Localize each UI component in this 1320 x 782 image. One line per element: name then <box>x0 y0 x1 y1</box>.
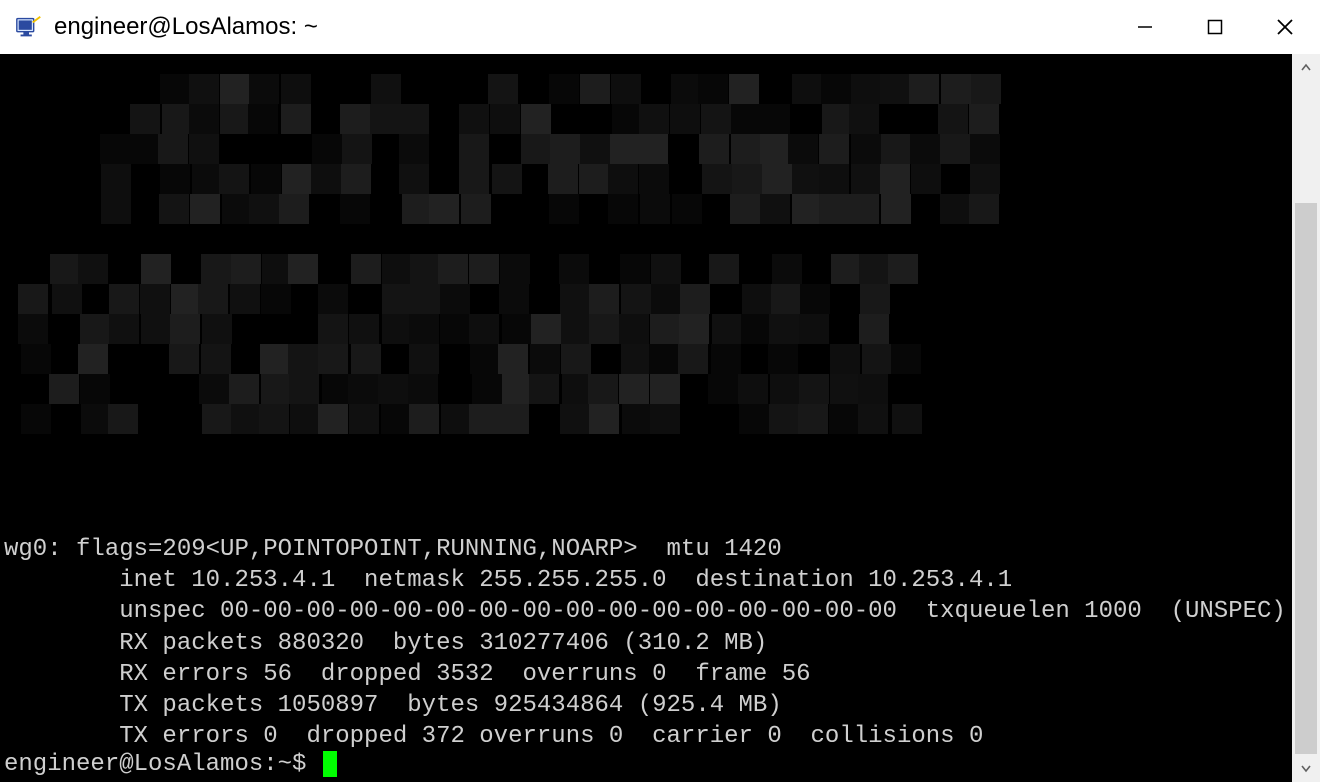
prompt-line[interactable]: engineer@LosAlamos:~$ <box>4 749 337 780</box>
maximize-button[interactable] <box>1180 0 1250 54</box>
shell-prompt: engineer@LosAlamos:~$ <box>4 749 321 780</box>
ifconfig-output: wg0: flags=209<UP,POINTOPOINT,RUNNING,NO… <box>4 534 1286 752</box>
titlebar-left: engineer@LosAlamos: ~ <box>14 12 318 42</box>
terminal[interactable]: wg0: flags=209<UP,POINTOPOINT,RUNNING,NO… <box>0 54 1292 782</box>
putty-window: engineer@LosAlamos: ~ wg0: flags=209<UP,… <box>0 0 1320 782</box>
putty-app-icon <box>14 12 44 42</box>
scroll-down-arrow-icon[interactable] <box>1292 754 1320 782</box>
window-controls <box>1110 0 1320 54</box>
scroll-up-arrow-icon[interactable] <box>1292 54 1320 82</box>
window-title: engineer@LosAlamos: ~ <box>54 13 318 41</box>
close-button[interactable] <box>1250 0 1320 54</box>
client-area: wg0: flags=209<UP,POINTOPOINT,RUNNING,NO… <box>0 54 1320 782</box>
vertical-scrollbar[interactable] <box>1292 54 1320 782</box>
redacted-region <box>0 54 1200 464</box>
titlebar[interactable]: engineer@LosAlamos: ~ <box>0 0 1320 54</box>
minimize-button[interactable] <box>1110 0 1180 54</box>
scroll-thumb[interactable] <box>1295 203 1317 754</box>
cursor <box>323 751 337 777</box>
scroll-track[interactable] <box>1292 82 1320 754</box>
